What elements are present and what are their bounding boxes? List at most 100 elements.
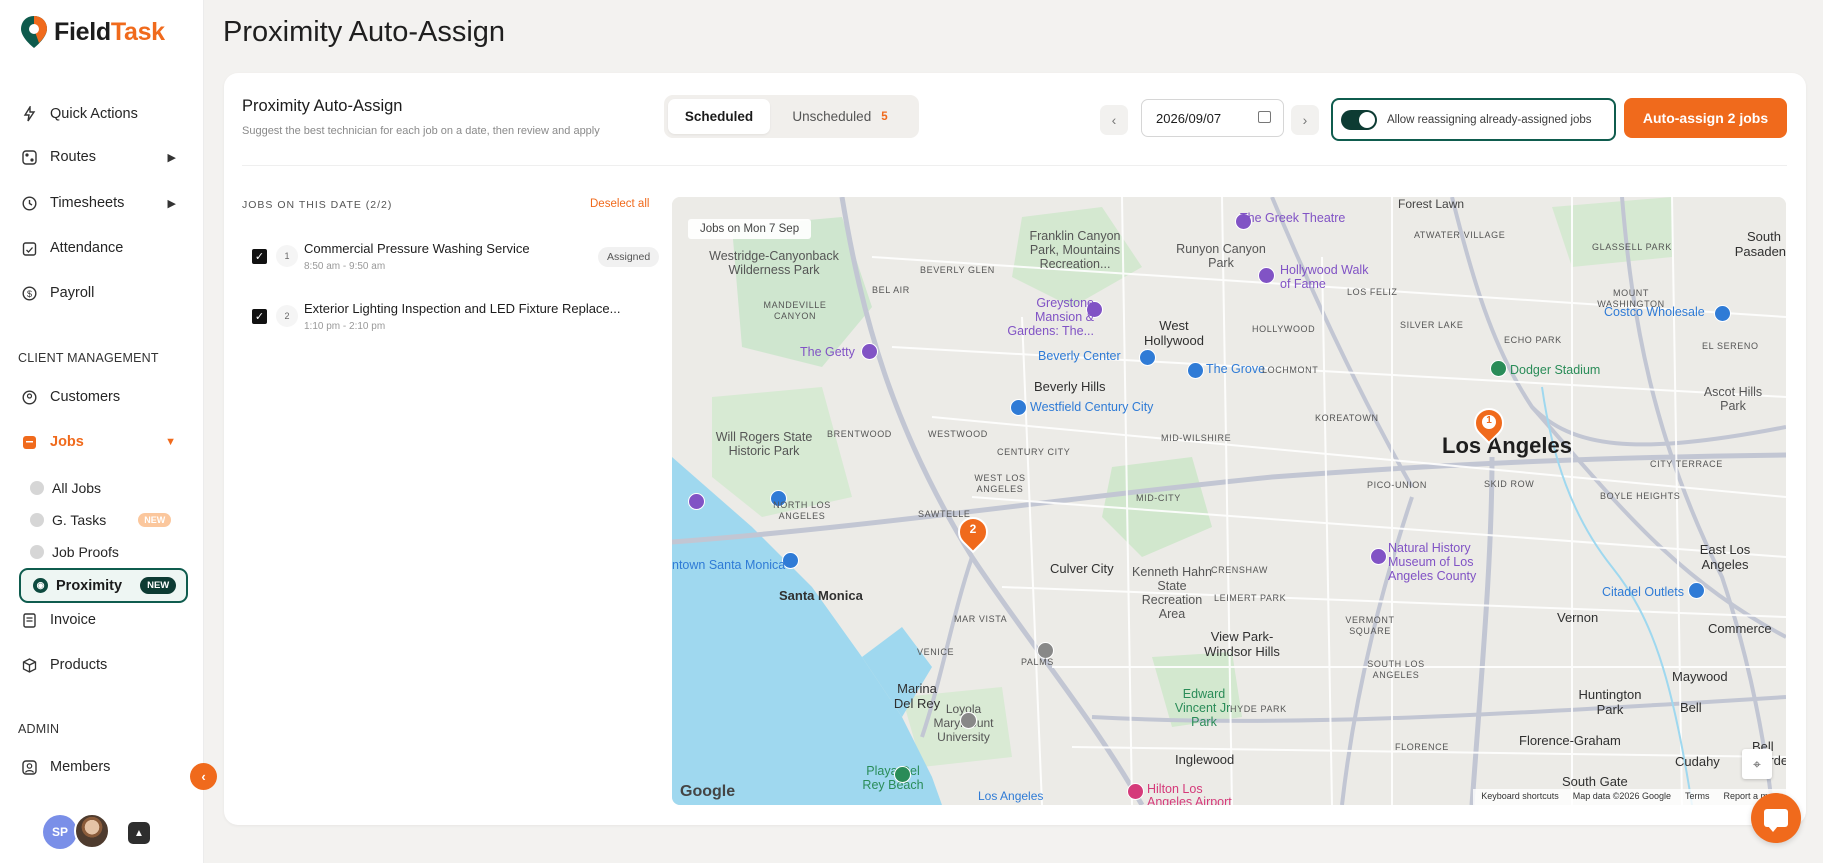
deselect-all-link[interactable]: Deselect all (590, 198, 649, 210)
tab-unscheduled[interactable]: Unscheduled 5 (770, 99, 910, 134)
map-label: NORTH LOS ANGELES (773, 500, 831, 521)
avatar-photo[interactable] (74, 813, 110, 849)
card-subtitle: Suggest the best technician for each job… (242, 125, 600, 137)
auto-assign-button[interactable]: Auto-assign 2 jobs (1624, 98, 1787, 138)
map-label: Maywood (1672, 669, 1728, 684)
dot-icon (30, 481, 44, 495)
map-label: HOLLYWOOD (1252, 324, 1316, 334)
box-icon (20, 656, 38, 674)
map-label: MID-CITY (1136, 493, 1181, 503)
map-pin-job-1[interactable]: 1 (1467, 401, 1511, 446)
poi-icon[interactable] (861, 343, 878, 360)
map-label: Forest Lawn (1398, 197, 1465, 211)
sidebar-item-label: Job Proofs (52, 544, 119, 560)
terms-link[interactable]: Terms (1685, 791, 1710, 803)
proximity-icon: ◉ (33, 578, 48, 593)
toggle-switch[interactable] (1341, 109, 1377, 130)
sidebar-item-payroll[interactable]: $ Payroll (20, 278, 188, 308)
poi-icon[interactable] (1139, 349, 1156, 366)
chat-button[interactable] (1751, 793, 1801, 843)
prev-date-button[interactable]: ‹ (1100, 105, 1128, 135)
map-label: The Greek Theatre (1240, 211, 1346, 225)
map-label: Florence-Graham (1519, 733, 1621, 748)
sidebar-item-quick-actions[interactable]: Quick Actions (20, 99, 188, 129)
poi-icon[interactable] (1490, 360, 1507, 377)
map-label: Franklin Canyon Park, Mountains Recreati… (1029, 229, 1121, 271)
section-label-client-management: CLIENT MANAGEMENT (18, 351, 159, 365)
sidebar-subitem-job-proofs[interactable]: Job Proofs (30, 539, 180, 565)
sidebar-item-jobs[interactable]: Jobs ▼ (20, 427, 188, 457)
sidebar-item-routes[interactable]: Routes ▶ (20, 142, 188, 172)
sidebar-item-label: Payroll (50, 285, 95, 301)
map-label: LOS FELIZ (1347, 287, 1398, 297)
poi-icon[interactable] (894, 766, 911, 783)
sidebar-item-label: Invoice (50, 612, 96, 628)
map-label: East Los Angeles (1699, 542, 1751, 572)
map-label: Vernon (1557, 610, 1599, 625)
new-badge: NEW (140, 577, 177, 594)
collapse-sidebar-button[interactable]: ‹ (190, 763, 217, 790)
sidebar-item-timesheets[interactable]: Timesheets ▶ (20, 188, 188, 218)
job-title: Commercial Pressure Washing Service (304, 241, 530, 256)
job-checkbox[interactable]: ✓ (252, 309, 267, 324)
sidebar-subitem-proximity[interactable]: ◉ Proximity NEW (19, 568, 188, 603)
sidebar-item-label: Attendance (50, 240, 124, 256)
new-badge: NEW (138, 513, 172, 527)
map-label: Westfield Century City (1030, 400, 1154, 414)
sidebar-item-invoice[interactable]: Invoice (20, 605, 188, 635)
map-recenter-icon[interactable]: ⌖ (1742, 749, 1772, 779)
auto-assign-card: Proximity Auto-Assign Suggest the best t… (224, 73, 1806, 825)
next-date-button[interactable]: › (1291, 105, 1319, 135)
poi-icon[interactable] (1258, 267, 1275, 284)
map-label: MOUNT WASHINGTON (1597, 288, 1665, 309)
sidebar-subitem-all-jobs[interactable]: All Jobs (30, 475, 180, 501)
map-label: Hilton Los Angeles Airport (1147, 782, 1232, 806)
map-label: Westridge-Canyonback Wilderness Park (709, 249, 839, 277)
sidebar-item-label: Quick Actions (50, 106, 138, 122)
map-label: Edward Vincent Jr. Park (1174, 687, 1234, 729)
sidebar-item-customers[interactable]: Customers (20, 382, 188, 412)
keyboard-shortcuts-link[interactable]: Keyboard shortcuts (1481, 791, 1559, 803)
map-label: Bell (1680, 700, 1702, 715)
job-checkbox[interactable]: ✓ (252, 249, 267, 264)
poi-icon[interactable] (1187, 362, 1204, 379)
sidebar-subitem-g-tasks[interactable]: G. Tasks NEW (30, 507, 180, 533)
sidebar-item-products[interactable]: Products (20, 650, 188, 680)
poi-icon[interactable] (1370, 548, 1387, 565)
map-label: CRENSHAW (1211, 565, 1268, 575)
page-title: Proximity Auto-Assign (223, 16, 506, 48)
map-label: ntown Santa Monica (672, 558, 786, 572)
poi-icon[interactable] (1010, 399, 1027, 416)
dot-icon (30, 513, 44, 527)
map-date-chip: Jobs on Mon 7 Sep (688, 219, 812, 239)
sidebar-item-attendance[interactable]: Attendance (20, 233, 188, 263)
poi-icon[interactable] (688, 493, 705, 510)
poi-icon[interactable] (960, 712, 977, 729)
poi-icon[interactable] (1127, 783, 1144, 800)
chevron-up-icon[interactable]: ▲ (128, 822, 150, 844)
map[interactable]: Jobs on Mon 7 Sep Los Angeles Beverly Hi… (672, 197, 1786, 805)
map-label: Ascot Hills Park (1703, 385, 1763, 413)
caret-down-icon: ▼ (165, 436, 176, 448)
job-row[interactable]: ✓ 2 Exterior Lighting Inspection and LED… (242, 299, 621, 343)
sidebar: FieldTask Quick Actions Routes ▶ Timeshe… (0, 0, 204, 863)
reassign-toggle[interactable]: Allow reassigning already-assigned jobs (1331, 98, 1616, 141)
poi-icon[interactable] (1714, 305, 1731, 322)
job-title: Exterior Lighting Inspection and LED Fix… (304, 301, 621, 316)
map-label: HYDE PARK (1230, 704, 1287, 714)
map-label: PALMS (1021, 657, 1054, 667)
svg-text:$: $ (26, 289, 31, 299)
map-pin-job-2[interactable]: 2 (951, 510, 995, 555)
calendar-icon[interactable] (1258, 111, 1271, 123)
job-row[interactable]: ✓ 1 Commercial Pressure Washing Service … (242, 239, 660, 283)
toggle-label: Allow reassigning already-assigned jobs (1387, 113, 1592, 126)
brand-name: FieldTask (54, 17, 165, 46)
tab-scheduled[interactable]: Scheduled (668, 99, 770, 134)
brand-logo[interactable]: FieldTask (20, 14, 165, 50)
date-input[interactable]: 2026/09/07 (1141, 99, 1284, 137)
sidebar-item-members[interactable]: Members (20, 752, 188, 782)
avatar-initials[interactable]: SP (43, 815, 77, 849)
sidebar-item-label: Members (50, 759, 111, 775)
poi-icon[interactable] (1688, 582, 1705, 599)
map-label: BEL AIR (872, 285, 910, 295)
